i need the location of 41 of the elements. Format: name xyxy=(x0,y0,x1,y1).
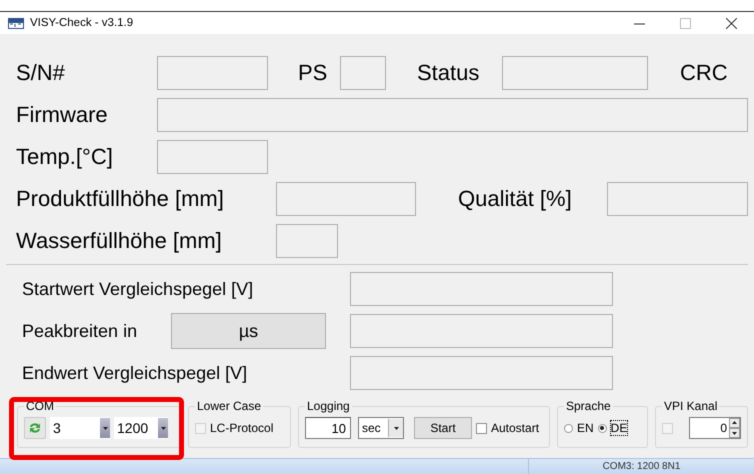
maximize-icon[interactable] xyxy=(680,18,690,28)
radio-label: EN xyxy=(577,421,594,435)
field-label: Temp.[°C] xyxy=(16,144,114,170)
checkbox-label: LC-Protocol xyxy=(210,421,274,435)
field-label: Qualität [%] xyxy=(458,186,573,212)
caret-icon xyxy=(394,426,398,430)
close-icon[interactable] xyxy=(726,18,736,28)
field-label: Firmware xyxy=(16,102,109,128)
field-label: Status xyxy=(417,60,480,86)
caret-icon xyxy=(160,426,166,430)
group-title: Sprache xyxy=(565,399,612,413)
group-title: Logging xyxy=(306,399,351,413)
checkbox[interactable] xyxy=(476,422,487,434)
field-label: S/N# xyxy=(16,60,66,86)
field-label: PS xyxy=(298,60,328,86)
radio-label: DE xyxy=(610,421,628,435)
interval-field[interactable]: 10 xyxy=(305,417,351,439)
field-label: Startwert Vergleichspegel [V] xyxy=(22,278,254,300)
field-label: Peakbreiten in xyxy=(22,320,138,342)
group-title: Lower Case xyxy=(196,399,262,413)
channel-spinner[interactable]: 0 xyxy=(689,417,741,439)
field-label: CRC xyxy=(680,60,728,86)
field-label: Endwert Vergleichspegel [V] xyxy=(22,362,248,384)
start-button[interactable]: Start xyxy=(414,417,472,439)
caret-icon xyxy=(102,426,108,430)
port-dropdown[interactable]: 3 xyxy=(50,417,110,439)
radio-button[interactable] xyxy=(598,424,607,432)
radio-button[interactable] xyxy=(564,424,573,432)
window-title: VISY-Check - v3.1.9 xyxy=(30,17,134,29)
field-label: Produktfüllhöhe [mm] xyxy=(16,186,225,212)
unit-dropdown[interactable]: sec xyxy=(358,417,404,439)
refresh-icon xyxy=(28,421,42,435)
unit-button[interactable]: µs xyxy=(171,313,326,349)
checkbox-label: Autostart xyxy=(491,421,540,435)
group-title: VPI Kanal xyxy=(663,399,718,413)
status-text: COM3: 1200 8N1 xyxy=(602,460,682,474)
baud-dropdown[interactable]: 1200 xyxy=(114,417,168,439)
field-label: Wasserfüllhöhe [mm] xyxy=(16,228,223,254)
app-icon xyxy=(8,18,24,28)
group-title: COM xyxy=(25,399,55,413)
refresh-button[interactable] xyxy=(24,417,46,439)
